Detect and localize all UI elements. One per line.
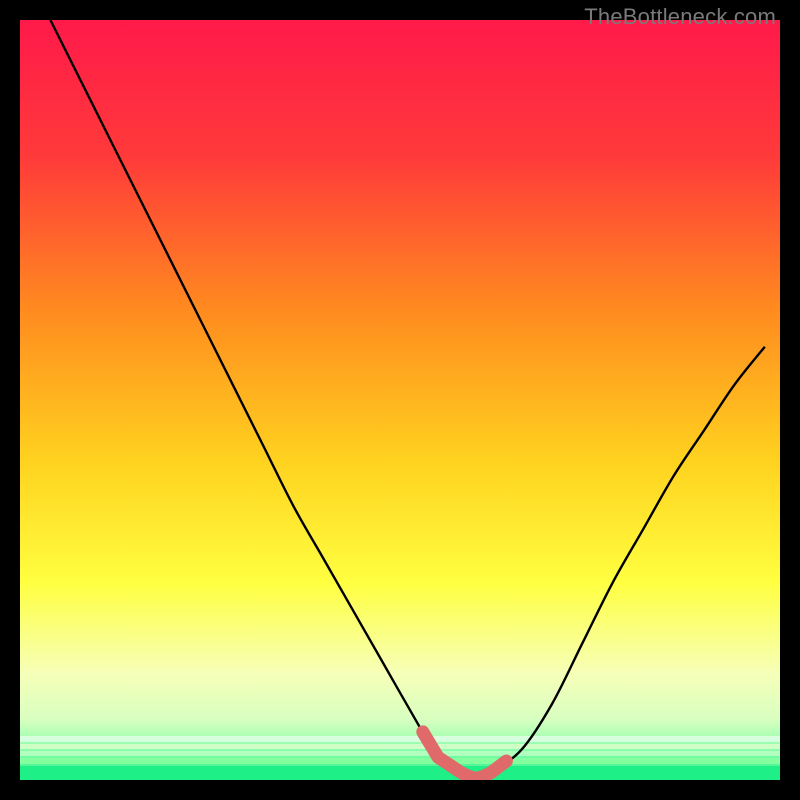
watermark-text: TheBottleneck.com: [584, 4, 776, 30]
heatmap-background: [20, 20, 780, 780]
chart-frame: [20, 20, 780, 780]
bottleneck-plot: [20, 20, 780, 780]
